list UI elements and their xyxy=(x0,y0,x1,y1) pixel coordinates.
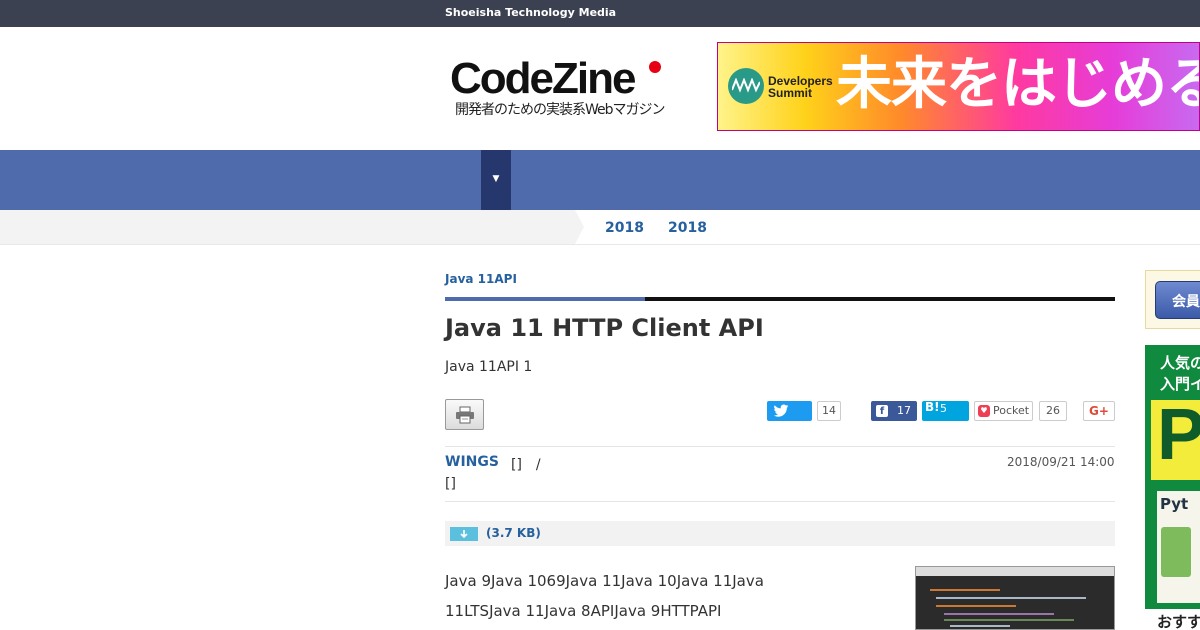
thumbnail-titlebar xyxy=(916,567,1114,576)
google-plus-button[interactable]: G+ xyxy=(1083,401,1115,421)
network-label[interactable]: Shoeisha Technology Media xyxy=(445,6,616,19)
facebook-count: 17 xyxy=(897,404,911,417)
author-role: [] / xyxy=(511,457,541,473)
facebook-share-button[interactable]: f 17 xyxy=(871,401,917,421)
logo-tagline: 開発者のための実装系Webマガジン xyxy=(455,102,666,118)
hatena-icon: B! xyxy=(925,400,940,414)
sidebar-ad-book-title: Pyt xyxy=(1160,495,1189,513)
body-paragraph-line: Java 9Java 1069Java 11Java 10Java 11Java xyxy=(445,572,764,590)
sidebar-ad-book-cover: Pyt xyxy=(1157,491,1200,603)
title-rule xyxy=(645,297,1115,301)
author-link[interactable]: WINGS xyxy=(445,454,499,470)
divider xyxy=(445,446,1115,447)
hatena-bookmark-button[interactable]: B! 5 xyxy=(922,400,969,421)
breadcrumb-item[interactable]: 2018 xyxy=(668,220,707,236)
sidebar-ad-big-letter: P xyxy=(1157,395,1200,475)
pocket-count: 26 xyxy=(1039,401,1067,421)
code-line xyxy=(950,625,1010,627)
pocket-icon: ♥ xyxy=(978,405,990,417)
banner-slogan: 未来をはじめる xyxy=(836,52,1200,117)
printer-icon xyxy=(456,406,474,424)
logo-red-dot xyxy=(649,61,661,73)
breadcrumb-home-segment xyxy=(0,210,575,244)
banner-brand-line-2: Summit xyxy=(768,86,813,100)
code-line xyxy=(944,613,1054,615)
code-line xyxy=(930,589,1000,591)
google-plus-icon: G+ xyxy=(1089,404,1109,418)
article-title: Java 11 HTTP Client API xyxy=(445,314,764,342)
sidebar-ad-heading-line-2: 入門イ xyxy=(1160,375,1200,393)
member-register-label: 会員 xyxy=(1172,294,1200,310)
hatena-count: 5 xyxy=(940,402,947,415)
banner-brand: Developers Summit xyxy=(768,75,833,99)
member-register-button[interactable]: 会員 xyxy=(1155,281,1200,319)
tweet-button[interactable] xyxy=(767,401,812,421)
pocket-button[interactable]: ♥ Pocket xyxy=(974,401,1033,421)
print-button[interactable] xyxy=(445,399,484,430)
logo-wordmark: CodeZine xyxy=(450,54,636,103)
sidebar-ad-heading-line-1: 人気の xyxy=(1160,354,1200,372)
code-line xyxy=(944,619,1074,621)
sidebar-ad-footer: おすす xyxy=(1145,609,1200,630)
article-category[interactable]: Java 11API xyxy=(445,272,517,286)
developers-summit-logo-icon xyxy=(728,68,764,104)
code-line xyxy=(936,605,1016,607)
main-nav xyxy=(0,150,1200,210)
ad-banner[interactable]: Developers Summit 未来をはじめる xyxy=(717,42,1200,131)
facebook-icon: f xyxy=(876,405,888,417)
download-icon[interactable] xyxy=(450,527,478,541)
site-logo[interactable]: CodeZine 開発者のための実装系Webマガジン xyxy=(450,54,675,119)
breadcrumb-divider xyxy=(0,244,1200,245)
pocket-label: Pocket xyxy=(993,404,1030,417)
title-rule-accent xyxy=(445,297,645,301)
code-line xyxy=(936,597,1086,599)
sidebar-ad-banner: P xyxy=(1151,395,1200,480)
twitter-icon xyxy=(773,404,789,417)
sidebar-ad[interactable]: 人気の 入門イ P Pyt おすす xyxy=(1145,345,1200,630)
chevron-down-icon: ▼ xyxy=(492,174,500,184)
nav-dropdown-button[interactable]: ▼ xyxy=(481,150,511,210)
download-bar xyxy=(445,521,1115,546)
divider xyxy=(445,501,1115,502)
download-link[interactable]: (3.7 KB) xyxy=(486,526,541,540)
breadcrumb-arrow xyxy=(575,210,584,244)
code-screenshot-thumbnail[interactable] xyxy=(915,566,1115,630)
body-paragraph-line: 11LTSJava 11Java 8APIJava 9HTTPAPI xyxy=(445,602,722,620)
book-illustration-icon xyxy=(1161,527,1191,577)
sidebar-ad-heading: 人気の 入門イ xyxy=(1160,353,1200,395)
sidebar-ad-footer-label: おすす xyxy=(1157,613,1200,630)
breadcrumb-item[interactable]: 2018 xyxy=(605,220,644,236)
publish-date: 2018/09/21 14:00 xyxy=(1007,455,1115,469)
article-subtitle: Java 11API 1 xyxy=(445,359,533,375)
tweet-count: 14 xyxy=(817,401,841,421)
author-extra: [] xyxy=(445,476,456,492)
top-bar: Shoeisha Technology Media xyxy=(0,0,1200,27)
